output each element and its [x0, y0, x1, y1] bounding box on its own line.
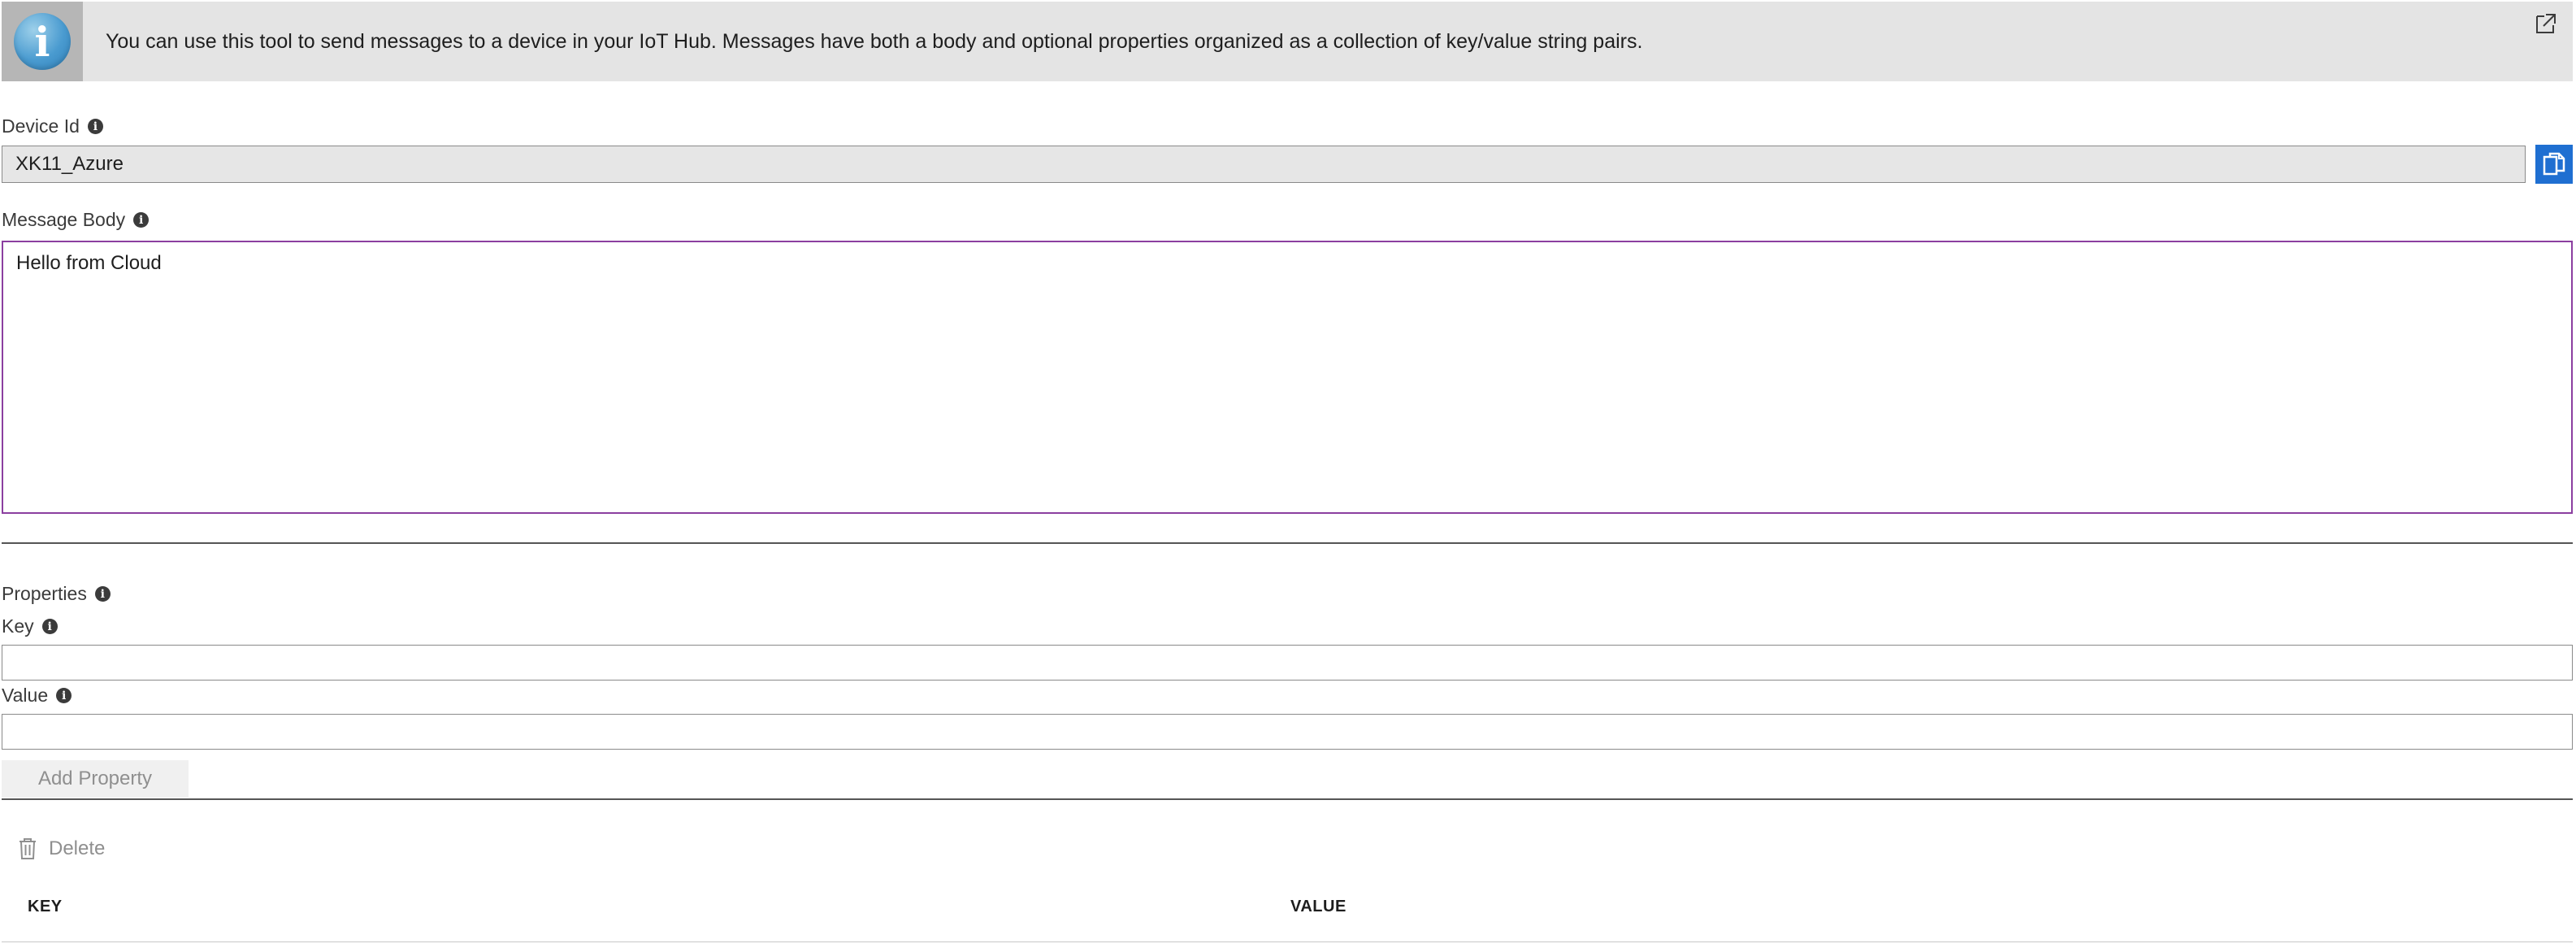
message-body-textarea[interactable]: Hello from Cloud [2, 241, 2573, 514]
message-body-label: Message Body i [2, 209, 150, 231]
device-id-field[interactable]: XK11_Azure [2, 146, 2526, 183]
properties-info-icon[interactable]: i [94, 586, 111, 602]
message-body-info-icon[interactable]: i [133, 212, 150, 228]
banner-text: You can use this tool to send messages t… [106, 29, 1643, 53]
delete-label: Delete [49, 837, 106, 859]
key-label-text: Key [2, 615, 34, 637]
section-divider [2, 542, 2573, 544]
properties-label: Properties i [2, 583, 111, 605]
copy-device-id-button[interactable] [2535, 145, 2573, 184]
info-banner: i You can use this tool to send messages… [2, 2, 2573, 81]
value-label: Value i [2, 685, 72, 707]
table-divider [2, 941, 2573, 942]
key-label: Key i [2, 615, 58, 637]
property-value-input[interactable] [2, 714, 2573, 750]
info-icon: i [14, 13, 71, 70]
copy-icon [2543, 152, 2565, 176]
column-header-value[interactable]: VALUE [1290, 898, 1347, 916]
device-id-label: Device Id i [2, 115, 103, 137]
popout-icon[interactable] [2534, 11, 2558, 36]
device-id-label-text: Device Id [2, 115, 80, 137]
key-info-icon[interactable]: i [41, 619, 58, 634]
properties-divider [2, 798, 2573, 800]
column-header-key[interactable]: KEY [28, 898, 63, 916]
value-info-icon[interactable]: i [56, 688, 72, 703]
property-key-input[interactable] [2, 645, 2573, 681]
add-property-button[interactable]: Add Property [2, 760, 189, 798]
trash-icon [20, 838, 36, 859]
delete-button[interactable]: Delete [18, 833, 105, 865]
message-body-label-text: Message Body [2, 209, 126, 230]
value-label-text: Value [2, 685, 49, 706]
device-id-info-icon[interactable]: i [87, 119, 103, 134]
info-icon-box: i [2, 2, 83, 81]
properties-label-text: Properties [2, 583, 87, 604]
